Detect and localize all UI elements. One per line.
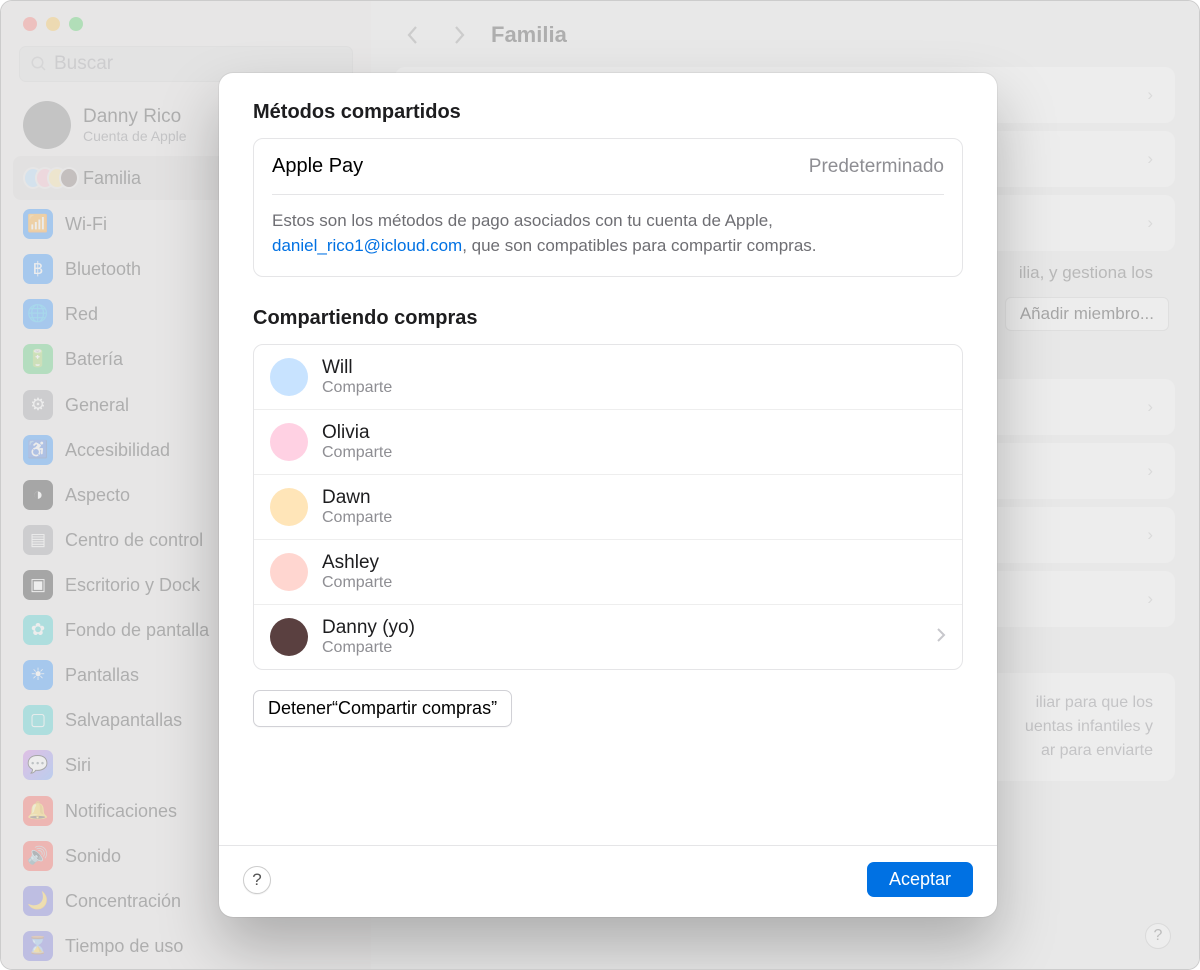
member-name: Dawn [322,487,392,509]
member-name: Danny (yo) [322,617,415,639]
payment-method-name: Apple Pay [272,155,363,178]
help-button[interactable]: ? [243,866,271,894]
member-name: Will [322,357,392,379]
member-avatar [270,423,308,461]
family-member-row: Olivia Comparte [254,409,962,474]
purchase-sharing-modal: Métodos compartidos Apple Pay Predetermi… [219,73,997,917]
payment-method-row[interactable]: Apple Pay Predeterminado [254,139,962,194]
member-status: Comparte [322,379,392,397]
accept-button[interactable]: Aceptar [867,862,973,897]
member-avatar [270,358,308,396]
member-status: Comparte [322,574,392,592]
family-member-row[interactable]: Danny (yo) Comparte [254,604,962,669]
member-name: Ashley [322,552,392,574]
payment-method-description: Estos son los métodos de pago asociados … [254,195,962,276]
member-name: Olivia [322,422,392,444]
member-status: Comparte [322,639,415,657]
member-avatar [270,488,308,526]
family-member-row: Ashley Comparte [254,539,962,604]
account-email-link[interactable]: daniel_rico1@icloud.com [272,236,462,255]
section-title-sharing: Compartiendo compras [253,307,963,330]
chevron-right-icon [936,627,946,648]
family-member-row: Will Comparte [254,345,962,409]
payment-method-status: Predeterminado [809,156,944,178]
family-members-card: Will Comparte Olivia Comparte Dawn Compa… [253,344,963,670]
member-avatar [270,553,308,591]
member-status: Comparte [322,444,392,462]
settings-window: Buscar Danny Rico Cuenta de Apple Famili… [0,0,1200,970]
section-title-methods: Métodos compartidos [253,101,963,124]
member-avatar [270,618,308,656]
stop-sharing-button[interactable]: Detener“Compartir compras” [253,690,512,727]
family-member-row: Dawn Comparte [254,474,962,539]
payment-methods-card: Apple Pay Predeterminado Estos son los m… [253,138,963,277]
modal-footer: ? Aceptar [219,845,997,917]
member-status: Comparte [322,509,392,527]
